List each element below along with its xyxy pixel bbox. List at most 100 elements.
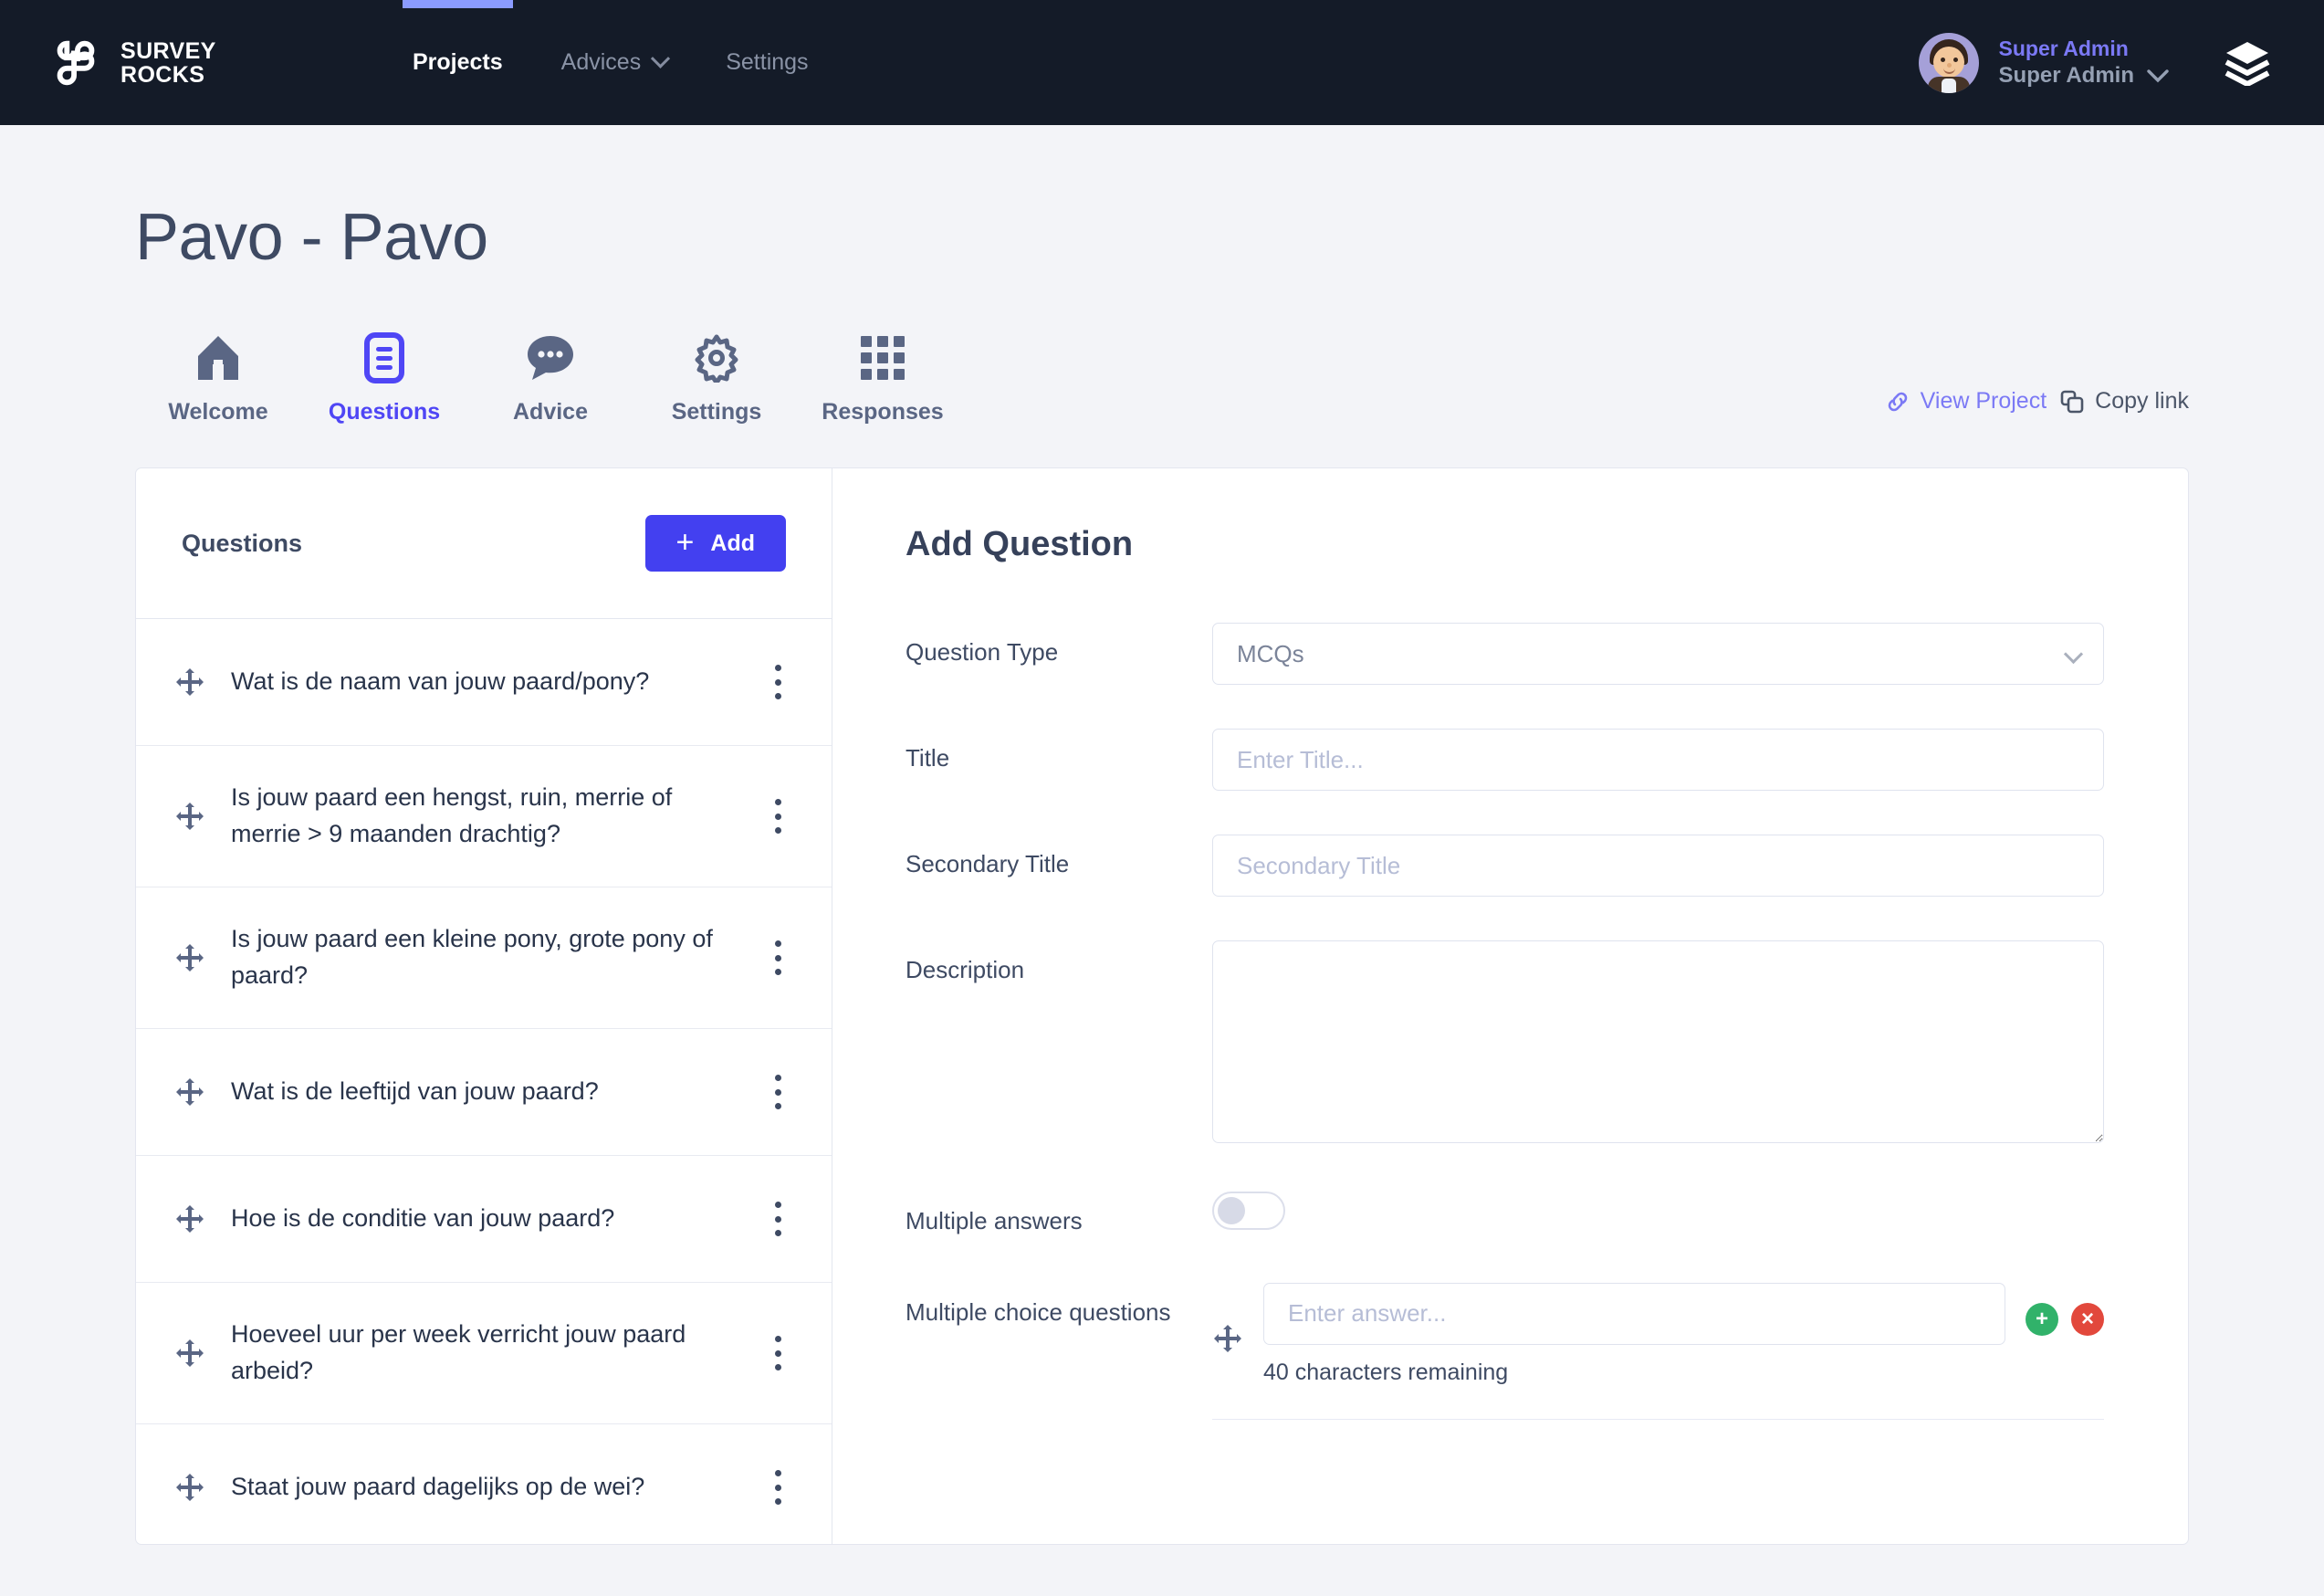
kebab-menu-icon[interactable]: [762, 796, 793, 836]
add-answer-button[interactable]: +: [2026, 1302, 2058, 1336]
link-icon: [1888, 392, 1907, 411]
nav-item-advices[interactable]: Advices: [532, 0, 697, 125]
delete-answer-button[interactable]: ×: [2071, 1302, 2104, 1336]
nav-item-advices-label: Advices: [560, 49, 642, 75]
kebab-menu-icon[interactable]: [762, 938, 793, 978]
secondary-title-label: Secondary Title: [906, 850, 1070, 877]
questions-list[interactable]: Wat is de naam van jouw paard/pony? Is j…: [136, 619, 832, 1544]
kebab-menu-icon[interactable]: [762, 662, 793, 702]
question-text: Hoe is de conditie van jouw paard?: [231, 1204, 615, 1233]
chevron-down-icon: [651, 48, 671, 68]
kebab-menu-icon[interactable]: [762, 1199, 793, 1239]
user-role: Super Admin: [1998, 36, 2129, 60]
nav-item-settings-label: Settings: [726, 49, 809, 75]
avatar: [1918, 32, 1979, 93]
tab-questions-label: Questions: [328, 399, 441, 425]
drag-move-icon[interactable]: [174, 942, 205, 973]
plus-icon: +: [675, 524, 695, 560]
drag-move-icon[interactable]: [174, 801, 205, 832]
question-text: Is jouw paard een hengst, ruin, merrie o…: [231, 783, 673, 847]
drag-move-icon[interactable]: [174, 1338, 205, 1369]
chat-bubble-icon: [525, 331, 576, 384]
mcq-label: Multiple choice questions: [906, 1297, 1171, 1326]
layers-icon[interactable]: [2224, 40, 2271, 87]
drag-move-icon[interactable]: [174, 667, 205, 698]
nav-item-projects[interactable]: Projects: [383, 0, 532, 125]
drag-move-icon[interactable]: [174, 1203, 205, 1234]
copy-link-button[interactable]: Copy link: [2059, 388, 2189, 415]
mcq-characters-remaining: 40 characters remaining: [1263, 1359, 1509, 1385]
question-list-item[interactable]: Staat jouw paard dagelijks op de wei?: [136, 1424, 832, 1544]
add-question-form: Add Question Question Type MCQs Title Se…: [832, 468, 2188, 1544]
brand-line-2: ROCKS: [120, 61, 205, 88]
user-name: Super Admin: [1999, 63, 2169, 89]
question-list-item[interactable]: Is jouw paard een kleine pony, grote pon…: [136, 887, 832, 1029]
field-secondary-title: Secondary Title: [906, 835, 2104, 897]
kebab-menu-icon[interactable]: [762, 1467, 793, 1507]
question-list-item[interactable]: Wat is de naam van jouw paard/pony?: [136, 619, 832, 746]
question-list-item[interactable]: Hoeveel uur per week verricht jouw paard…: [136, 1283, 832, 1424]
topbar-right: Super Admin Super Admin: [1918, 32, 2271, 93]
field-title: Title: [906, 729, 2104, 791]
tab-welcome[interactable]: Welcome: [135, 331, 301, 425]
field-multiple-choice-questions: Multiple choice questions 40 characters …: [906, 1282, 2104, 1420]
kebab-menu-icon[interactable]: [762, 1333, 793, 1373]
tab-questions[interactable]: Questions: [301, 331, 467, 425]
multiple-answers-toggle[interactable]: [1212, 1192, 1285, 1230]
questions-heading: Questions: [182, 529, 303, 557]
main-nav: Projects Advices Settings: [383, 0, 838, 125]
nav-item-projects-label: Projects: [413, 49, 503, 75]
question-list-item[interactable]: Hoe is de conditie van jouw paard?: [136, 1156, 832, 1283]
title-label: Title: [906, 744, 950, 772]
project-tabs: Welcome Questions Advice Settings Respon…: [135, 331, 966, 425]
tab-advice[interactable]: Advice: [467, 331, 633, 425]
description-label: Description: [906, 956, 1025, 983]
mcq-divider: [1212, 1418, 2104, 1420]
kebab-menu-icon[interactable]: [762, 1072, 793, 1112]
tab-advice-label: Advice: [513, 399, 588, 425]
user-menu[interactable]: Super Admin Super Admin: [1918, 32, 2169, 93]
form-title: Add Question: [906, 525, 1134, 563]
page-body: Pavo - Pavo Welcome Questions Advice Set…: [0, 200, 2324, 1545]
page-title: Pavo - Pavo: [135, 201, 488, 274]
copy-icon: [2060, 390, 2084, 413]
tab-responses-label: Responses: [822, 399, 944, 425]
drag-move-icon[interactable]: [174, 1076, 205, 1108]
view-project-label: View Project: [1920, 388, 2047, 414]
drag-move-icon[interactable]: [174, 1472, 205, 1503]
tab-responses[interactable]: Responses: [800, 331, 966, 425]
questions-list-header: Questions + Add: [136, 468, 832, 619]
gear-icon: [692, 331, 741, 384]
mcq-answer-input[interactable]: [1263, 1282, 2005, 1345]
top-navigation-bar: SURVEY ROCKS Projects Advices Settings S…: [0, 0, 2324, 125]
knot-logo-icon: [47, 35, 104, 91]
question-list-item[interactable]: Is jouw paard een hengst, ruin, merrie o…: [136, 746, 832, 887]
questions-card: Questions + Add Wat is de naam van jouw …: [135, 467, 2189, 1545]
nav-item-settings[interactable]: Settings: [696, 0, 837, 125]
description-textarea[interactable]: [1212, 940, 2104, 1143]
brand-line-1: SURVEY: [120, 37, 216, 64]
view-project-link[interactable]: View Project: [1885, 388, 2047, 415]
question-list-item[interactable]: Wat is de leeftijd van jouw paard?: [136, 1029, 832, 1156]
question-text: Is jouw paard een kleine pony, grote pon…: [231, 925, 713, 989]
user-name-text: Super Admin: [1998, 63, 2134, 89]
question-type-select[interactable]: MCQs: [1212, 623, 2104, 685]
question-type-label: Question Type: [906, 638, 1059, 666]
secondary-title-input[interactable]: [1212, 835, 2104, 897]
grid-icon: [859, 331, 906, 384]
home-icon: [195, 331, 241, 384]
title-input[interactable]: [1212, 729, 2104, 791]
brand-text: SURVEY ROCKS: [120, 39, 216, 87]
drag-move-icon[interactable]: [1212, 1323, 1243, 1354]
toggle-knob: [1218, 1197, 1245, 1224]
chevron-down-icon: [2147, 69, 2169, 83]
multiple-answers-label: Multiple answers: [906, 1207, 1083, 1234]
field-question-type: Question Type MCQs: [906, 623, 2104, 685]
brand-logo[interactable]: SURVEY ROCKS: [47, 35, 340, 91]
questions-list-pane: Questions + Add Wat is de naam van jouw …: [136, 468, 832, 1544]
add-question-button[interactable]: + Add: [644, 515, 786, 572]
project-links: View Project Copy link: [1885, 388, 2189, 425]
mcq-actions: + ×: [2026, 1302, 2104, 1336]
question-text: Staat jouw paard dagelijks op de wei?: [231, 1473, 645, 1501]
tab-settings[interactable]: Settings: [633, 331, 800, 425]
